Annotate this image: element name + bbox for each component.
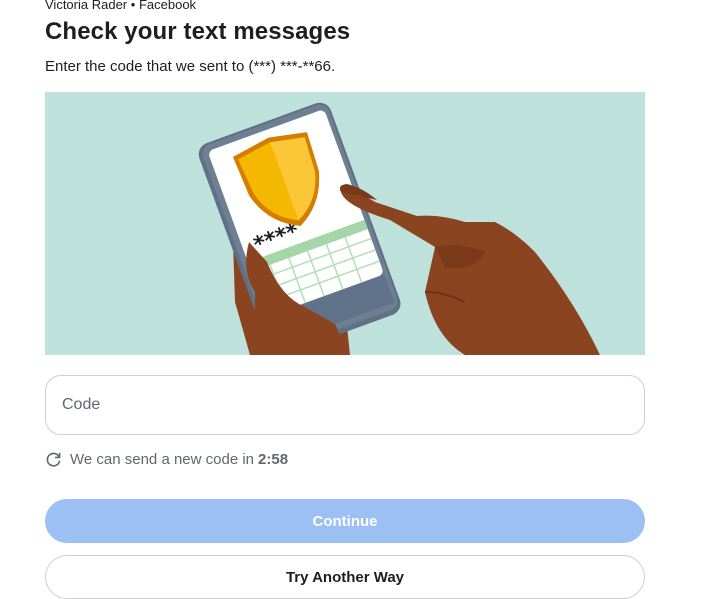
- resend-text: We can send a new code in: [70, 450, 255, 468]
- try-another-way-button[interactable]: Try Another Way: [45, 555, 645, 599]
- phone-with-shield-illustration: ****: [45, 92, 645, 355]
- account-separator: •: [130, 0, 136, 12]
- account-name: Victoria Rader: [45, 0, 128, 12]
- code-input[interactable]: [46, 376, 644, 434]
- continue-button[interactable]: Continue: [45, 499, 645, 543]
- refresh-icon: [45, 451, 62, 468]
- account-line: Victoria Rader • Facebook: [45, 0, 196, 12]
- code-field[interactable]: [45, 375, 645, 435]
- platform-name: Facebook: [138, 0, 197, 12]
- page-subtitle: Enter the code that we sent to (***) ***…: [45, 58, 336, 75]
- resend-row: We can send a new code in 2:58: [45, 449, 288, 469]
- page-title: Check your text messages: [45, 18, 351, 45]
- resend-timer: 2:58: [258, 450, 289, 468]
